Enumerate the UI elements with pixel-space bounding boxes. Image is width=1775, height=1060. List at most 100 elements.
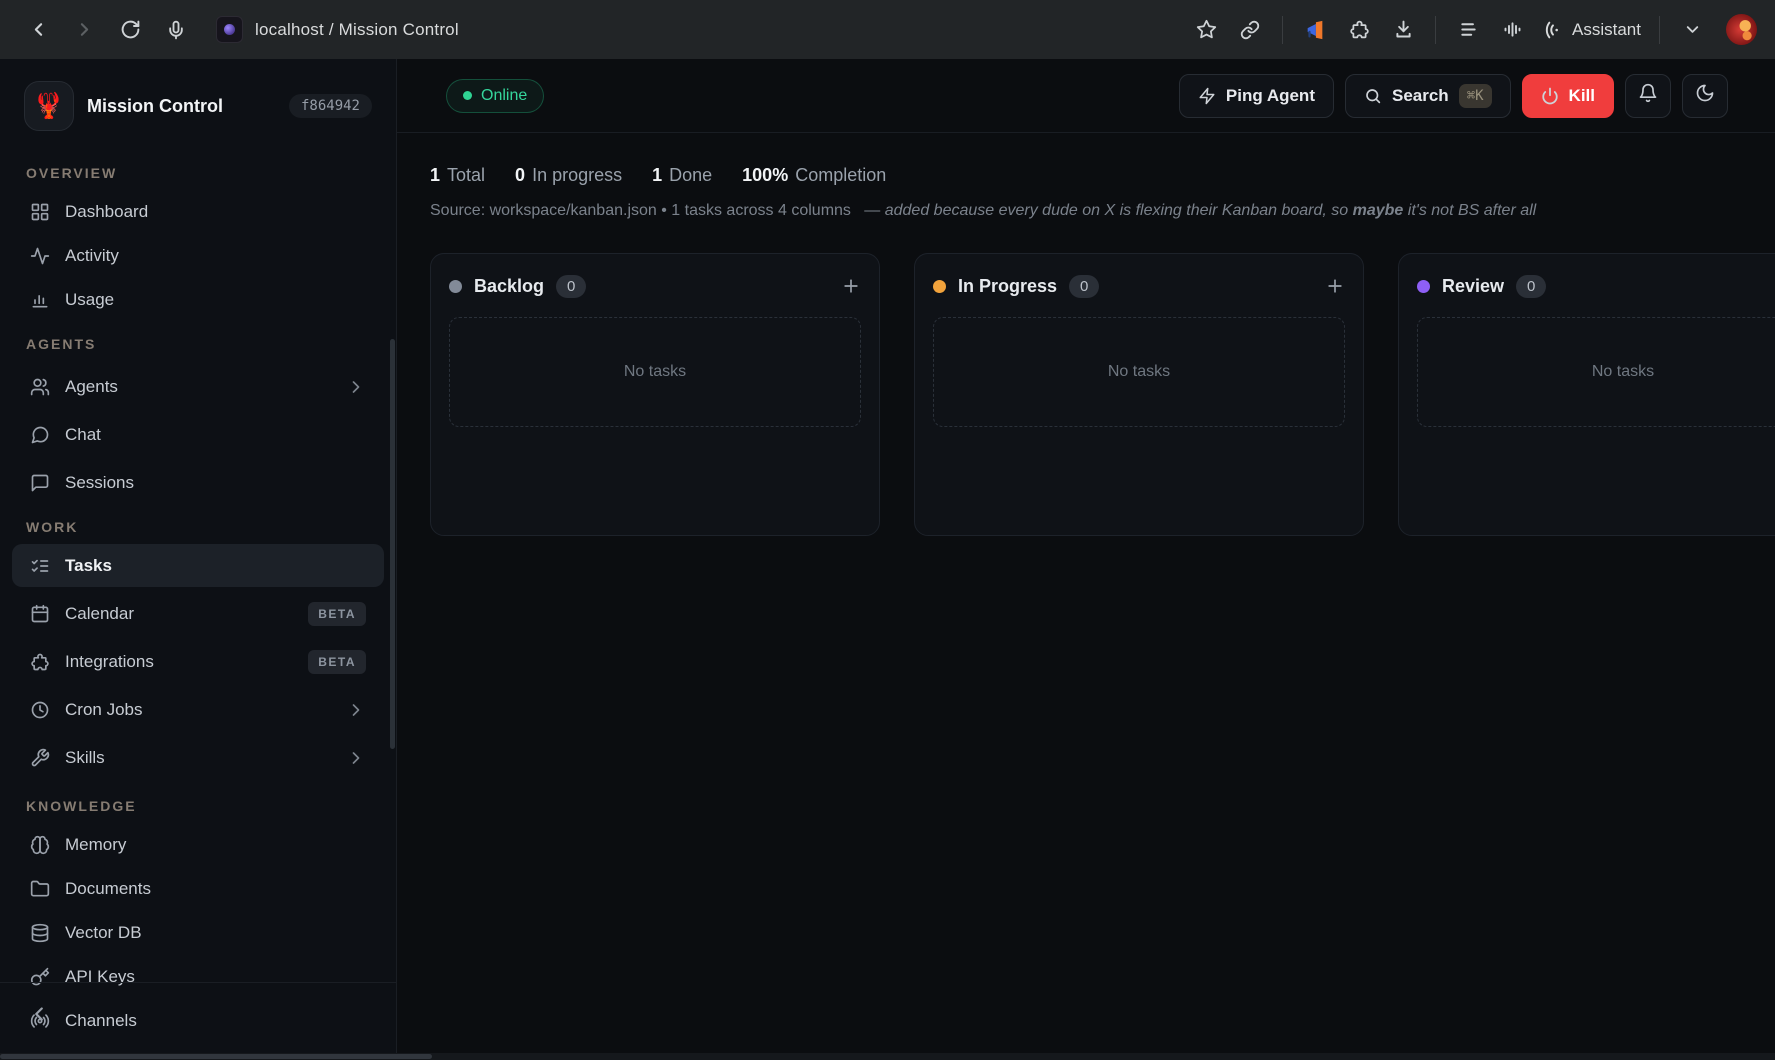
online-dot-icon: [463, 91, 472, 100]
reader-list-icon[interactable]: [1448, 10, 1488, 50]
column-empty-dropzone: No tasks: [933, 317, 1345, 427]
chevron-right-icon: [346, 748, 366, 768]
integrations-puzzle-icon: [30, 652, 50, 672]
sidebar-item-calendar[interactable]: Calendar BETA: [12, 592, 384, 635]
status-badge: Online: [446, 79, 544, 113]
stat-total: 1Total: [430, 165, 485, 186]
collapse-sidebar-button[interactable]: [22, 997, 56, 1031]
no-tasks-label: No tasks: [1108, 363, 1170, 381]
column-count-badge: 0: [556, 275, 586, 298]
brand: 🦞 Mission Control f864942: [0, 81, 396, 151]
agents-users-icon: [30, 377, 50, 397]
sidebar-item-label: Memory: [65, 835, 126, 855]
sidebar-item-sessions[interactable]: Sessions: [12, 461, 384, 504]
kill-button[interactable]: Kill: [1522, 74, 1614, 118]
sidebar-item-usage[interactable]: Usage: [12, 278, 384, 321]
dashboard-grid-icon: [30, 202, 50, 222]
ping-agent-button[interactable]: Ping Agent: [1179, 74, 1334, 118]
assistant-button[interactable]: Assistant: [1536, 19, 1647, 41]
sidebar-item-activity[interactable]: Activity: [12, 234, 384, 277]
column-count-badge: 0: [1069, 275, 1099, 298]
lobster-logo-icon: 🦞: [24, 81, 74, 131]
sidebar-item-dashboard[interactable]: Dashboard: [12, 190, 384, 233]
chevron-right-icon: [346, 700, 366, 720]
section-label-knowledge: KNOWLEDGE: [0, 784, 396, 822]
sidebar-item-label: Integrations: [65, 652, 154, 672]
chevron-down-icon[interactable]: [1672, 10, 1712, 50]
tasks-checklist-icon: [30, 556, 50, 576]
downloads-icon[interactable]: [1383, 10, 1423, 50]
sidebar: 🦞 Mission Control f864942 OVERVIEWDashbo…: [0, 59, 397, 1053]
usage-chart-icon: [30, 290, 50, 310]
sidebar-item-label: Usage: [65, 290, 114, 310]
sidebar-item-label: Skills: [65, 748, 105, 768]
shortcut-kbd: ⌘K: [1459, 84, 1492, 108]
column-dot-icon: [933, 280, 946, 293]
sidebar-item-cron-jobs[interactable]: Cron Jobs: [12, 688, 384, 731]
column-header: In Progress0: [933, 272, 1345, 300]
no-tasks-label: No tasks: [624, 363, 686, 381]
status-label: Online: [481, 87, 527, 105]
extensions-puzzle-icon[interactable]: [1339, 10, 1379, 50]
sidebar-item-skills[interactable]: Skills: [12, 736, 384, 779]
documents-folder-icon: [30, 879, 50, 899]
add-task-button[interactable]: [841, 276, 861, 296]
beta-badge: BETA: [308, 602, 366, 626]
sidebar-item-documents[interactable]: Documents: [12, 867, 384, 910]
theme-toggle-button[interactable]: [1682, 74, 1728, 118]
beta-badge: BETA: [308, 650, 366, 674]
memory-brain-icon: [30, 835, 50, 855]
sidebar-item-label: Agents: [65, 377, 118, 397]
forward-arrow-icon[interactable]: [64, 10, 104, 50]
search-icon: [1364, 87, 1382, 105]
reload-icon[interactable]: [110, 10, 150, 50]
sidebar-item-memory[interactable]: Memory: [12, 823, 384, 866]
sidebar-item-label: Vector DB: [65, 923, 142, 943]
sidebar-scrollbar[interactable]: [390, 339, 395, 749]
sidebar-item-tasks[interactable]: Tasks: [12, 544, 384, 587]
sidebar-item-label: Dashboard: [65, 202, 148, 222]
no-tasks-label: No tasks: [1592, 363, 1654, 381]
add-task-button[interactable]: [1325, 276, 1345, 296]
sidebar-item-vector-db[interactable]: Vector DB: [12, 911, 384, 954]
back-arrow-icon[interactable]: [18, 10, 58, 50]
bookmark-star-icon[interactable]: [1186, 10, 1226, 50]
sidebar-nav: OVERVIEWDashboardActivityUsageAGENTSAgen…: [0, 151, 396, 1042]
column-empty-dropzone: No tasks: [449, 317, 861, 427]
sidebar-item-label: Tasks: [65, 556, 112, 576]
notifications-button[interactable]: [1625, 74, 1671, 118]
sidebar-footer: [0, 982, 396, 1045]
site-favicon: [216, 16, 243, 43]
copy-link-icon[interactable]: [1230, 10, 1270, 50]
browser-tab[interactable]: localhost / Mission Control: [216, 16, 1180, 43]
divider: [1659, 16, 1660, 44]
announcement-icon[interactable]: [1295, 10, 1335, 50]
source-path: Source: workspace/kanban.json • 1 tasks …: [430, 202, 851, 219]
sidebar-item-label: Chat: [65, 425, 101, 445]
sidebar-item-chat[interactable]: Chat: [12, 413, 384, 456]
main-panel: Online Ping Agent Search ⌘K Kill: [397, 59, 1775, 1053]
sessions-square-icon: [30, 473, 50, 493]
waveform-icon[interactable]: [1492, 10, 1532, 50]
column-dot-icon: [1417, 280, 1430, 293]
sidebar-item-label: Calendar: [65, 604, 134, 624]
stat-completion: 100%Completion: [742, 165, 886, 186]
column-header: Backlog0: [449, 272, 861, 300]
scrollbar-thumb[interactable]: [0, 1054, 432, 1059]
column-count-badge: 0: [1516, 275, 1546, 298]
assistant-signal-icon: [1542, 19, 1564, 41]
horizontal-scrollbar[interactable]: [0, 1053, 1775, 1060]
stat-in-progress: 0In progress: [515, 165, 622, 186]
microphone-icon[interactable]: [156, 10, 196, 50]
profile-avatar[interactable]: [1726, 14, 1757, 45]
kanban-board: Backlog0 No tasks In Progress0 No tasks Revi…: [430, 253, 1775, 536]
stats-row: 1Total0In progress1Done100%Completion: [430, 165, 1775, 186]
column-dot-icon: [449, 280, 462, 293]
sidebar-item-agents[interactable]: Agents: [12, 365, 384, 408]
column-empty-dropzone: No tasks: [1417, 317, 1775, 427]
tab-title: localhost / Mission Control: [255, 20, 459, 40]
search-button[interactable]: Search ⌘K: [1345, 74, 1511, 118]
sidebar-item-integrations[interactable]: Integrations BETA: [12, 640, 384, 683]
moon-icon: [1695, 83, 1715, 108]
column-header: Review0: [1417, 272, 1775, 300]
